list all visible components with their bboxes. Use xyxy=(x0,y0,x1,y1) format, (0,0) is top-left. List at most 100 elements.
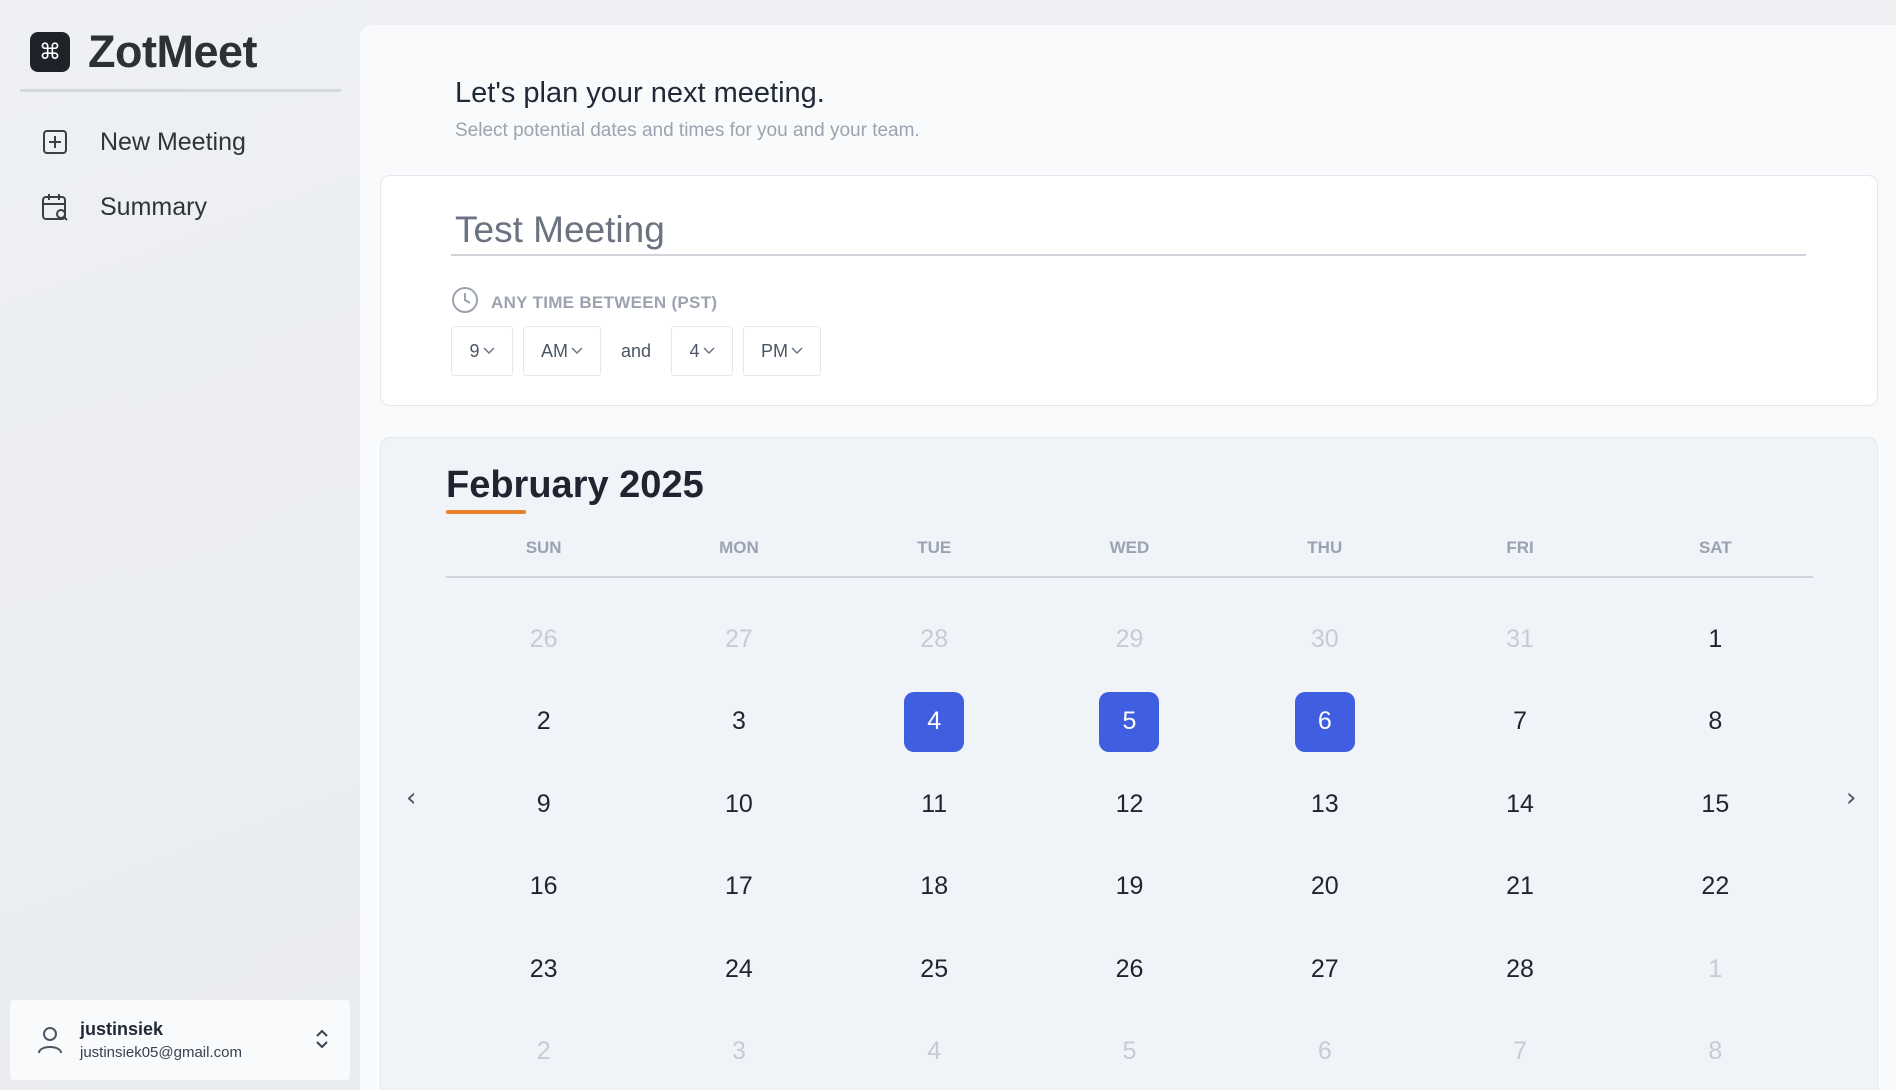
day-number: 21 xyxy=(1506,872,1534,901)
divider xyxy=(20,89,341,92)
day-number: 16 xyxy=(529,872,558,901)
chevron-down-icon xyxy=(482,347,495,355)
sidebar-item-summary[interactable]: Summary xyxy=(40,185,207,229)
calendar-grid: 26 27 28 29 30 31 1 2 3 4 5 6 7 8 9 10 11 12 13 14 15 16 17 18 1… xyxy=(446,598,1813,1090)
day-number: 1 xyxy=(1708,954,1723,983)
day-number: 8 xyxy=(1708,707,1723,736)
day-number: 12 xyxy=(1115,789,1144,818)
clock-icon xyxy=(451,286,479,319)
time-range-label: ANY TIME BETWEEN (PST) xyxy=(451,286,717,319)
calendar-day[interactable]: 6 xyxy=(1227,1011,1422,1090)
day-number: 17 xyxy=(725,872,753,901)
calendar-day[interactable]: 5 xyxy=(1032,1011,1227,1090)
weekday-label: TUE xyxy=(917,538,952,557)
calendar-day[interactable]: 4 xyxy=(837,1011,1032,1090)
calendar-day[interactable]: 28 xyxy=(837,598,1032,681)
calendar-day[interactable]: 15 xyxy=(1618,763,1813,846)
calendar-day[interactable]: 7 xyxy=(1422,681,1617,764)
prev-month-button[interactable]: ‹ xyxy=(406,783,416,813)
calendar-search-icon xyxy=(40,192,70,222)
user-icon xyxy=(36,1024,64,1056)
month-title: February 2025 xyxy=(446,464,704,506)
calendar-day[interactable]: 25 xyxy=(837,928,1032,1011)
calendar-day[interactable]: 29 xyxy=(1032,598,1227,681)
calendar-day-selected[interactable]: 5 xyxy=(1032,681,1227,764)
calendar-day[interactable]: 26 xyxy=(446,598,641,681)
and-label: and xyxy=(621,340,652,361)
calendar-day-selected[interactable]: 4 xyxy=(837,681,1032,764)
chevron-up-down-icon[interactable] xyxy=(314,1028,330,1050)
sidebar-item-new-meeting[interactable]: New Meeting xyxy=(40,120,246,164)
calendar-day[interactable]: 14 xyxy=(1422,763,1617,846)
day-number: 8 xyxy=(1708,1037,1723,1066)
calendar-day[interactable]: 2 xyxy=(446,681,641,764)
day-number: 2 xyxy=(536,707,551,736)
meeting-name-input[interactable] xyxy=(451,206,1806,256)
calendar-day[interactable]: 12 xyxy=(1032,763,1227,846)
calendar-day[interactable]: 26 xyxy=(1032,928,1227,1011)
month-underline xyxy=(446,510,526,514)
calendar-day[interactable]: 18 xyxy=(837,846,1032,929)
day-number: 26 xyxy=(1115,954,1144,983)
calendar-week: 2 3 4 5 6 7 8 xyxy=(446,681,1813,764)
weekday-label: THU xyxy=(1307,538,1343,557)
calendar-day[interactable]: 7 xyxy=(1422,1011,1617,1090)
day-number: 7 xyxy=(1513,1037,1527,1066)
day-number: 19 xyxy=(1115,872,1144,901)
day-number: 29 xyxy=(1115,624,1144,653)
calendar-day[interactable]: 1 xyxy=(1618,598,1813,681)
calendar-day[interactable]: 28 xyxy=(1422,928,1617,1011)
calendar-day[interactable]: 13 xyxy=(1227,763,1422,846)
day-number: 18 xyxy=(920,872,949,901)
start-hour-select[interactable]: 9 xyxy=(451,326,513,376)
calendar-day[interactable]: 31 xyxy=(1422,598,1617,681)
calendar-day-selected[interactable]: 6 xyxy=(1227,681,1422,764)
calendar-day[interactable]: 24 xyxy=(641,928,836,1011)
day-number: 1 xyxy=(1708,624,1723,653)
calendar-week: 2 3 4 5 6 7 8 xyxy=(446,1011,1813,1090)
calendar-day[interactable]: 16 xyxy=(446,846,641,929)
calendar-day[interactable]: 22 xyxy=(1618,846,1813,929)
day-number: 24 xyxy=(725,954,753,983)
calendar-day[interactable]: 10 xyxy=(641,763,836,846)
weekday-label: WED xyxy=(1109,538,1150,557)
brand[interactable]: ⌘ ZotMeet xyxy=(30,24,258,80)
day-number: 3 xyxy=(731,1037,746,1066)
calendar-day[interactable]: 3 xyxy=(641,1011,836,1090)
calendar-day[interactable]: 20 xyxy=(1227,846,1422,929)
calendar-day[interactable]: 19 xyxy=(1032,846,1227,929)
calendar-day[interactable]: 17 xyxy=(641,846,836,929)
day-number: 4 xyxy=(927,1037,942,1066)
calendar-day[interactable]: 23 xyxy=(446,928,641,1011)
next-month-button[interactable]: › xyxy=(1846,783,1856,813)
calendar-day[interactable]: 8 xyxy=(1618,681,1813,764)
day-number: 7 xyxy=(1513,707,1527,736)
main-content: Let's plan your next meeting. Select pot… xyxy=(360,25,1896,1090)
day-number: 4 xyxy=(904,691,965,752)
day-number: 28 xyxy=(920,624,949,653)
calendar-day[interactable]: 8 xyxy=(1618,1011,1813,1090)
calendar-day[interactable]: 11 xyxy=(837,763,1032,846)
start-ampm-select[interactable]: AM xyxy=(523,326,601,376)
calendar-day[interactable]: 3 xyxy=(641,681,836,764)
start-ampm-value: AM xyxy=(541,340,568,361)
user-menu[interactable]: justinsiek justinsiek05@gmail.com xyxy=(10,1000,350,1080)
weekday-label: FRI xyxy=(1506,538,1534,557)
day-number: 27 xyxy=(1310,954,1339,983)
end-hour-select[interactable]: 4 xyxy=(671,326,734,376)
calendar-day[interactable]: 30 xyxy=(1227,598,1422,681)
calendar-day[interactable]: 27 xyxy=(1227,928,1422,1011)
day-number: 27 xyxy=(725,624,753,653)
calendar-week: 26 27 28 29 30 31 1 xyxy=(446,598,1813,681)
calendar-day[interactable]: 21 xyxy=(1422,846,1617,929)
calendar-day[interactable]: 27 xyxy=(641,598,836,681)
page-subtitle: Select potential dates and times for you… xyxy=(455,120,920,141)
calendar-week: 16 17 18 19 20 21 22 xyxy=(446,846,1813,929)
calendar-day[interactable]: 9 xyxy=(446,763,641,846)
day-number: 11 xyxy=(921,789,948,818)
calendar-day[interactable]: 1 xyxy=(1618,928,1813,1011)
user-info: justinsiek justinsiek05@gmail.com xyxy=(80,1019,242,1061)
end-ampm-select[interactable]: PM xyxy=(743,326,822,376)
calendar-day[interactable]: 2 xyxy=(446,1011,641,1090)
app-name: ZotMeet xyxy=(88,26,258,77)
